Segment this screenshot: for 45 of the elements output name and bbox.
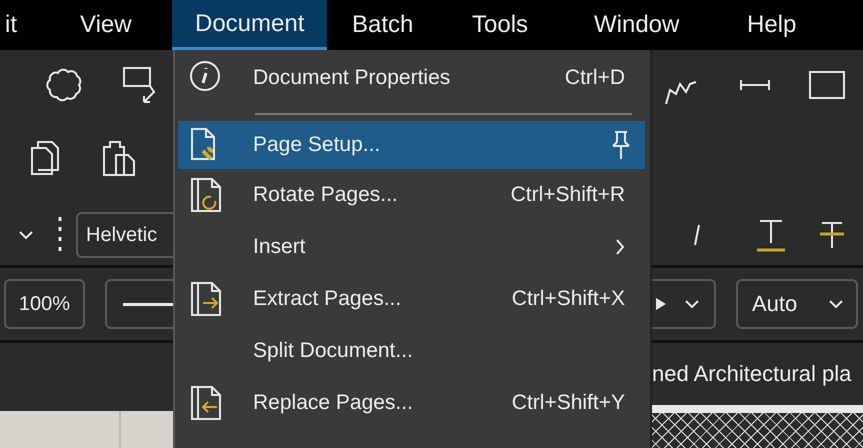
menu-item-label: Page Setup... xyxy=(253,133,380,157)
chevron-down-icon[interactable] xyxy=(684,299,700,309)
chevron-right-icon[interactable] xyxy=(615,238,625,256)
document-tab[interactable]: ned Architectural pla xyxy=(652,361,852,387)
pin-icon[interactable] xyxy=(611,130,631,160)
menu-item-label: Insert xyxy=(253,235,306,259)
menu-item[interactable]: Extract Pages... Ctrl+Shift+X xyxy=(178,273,645,325)
rectangle-icon[interactable] xyxy=(808,70,846,100)
chevron-down-icon[interactable] xyxy=(18,230,34,240)
page-rotate-icon[interactable] xyxy=(188,177,222,213)
shortcut-label: Ctrl+Shift+Y xyxy=(512,391,625,415)
menu-item[interactable]: Insert xyxy=(178,221,645,273)
strikethrough-icon[interactable] xyxy=(818,220,846,250)
menu-item[interactable]: Tools xyxy=(462,0,584,50)
page-arrow-right-icon[interactable] xyxy=(188,281,222,317)
paste-icon[interactable] xyxy=(102,138,136,176)
page-arrow-left-icon[interactable] xyxy=(188,385,222,421)
menu-item-label: Extract Pages... xyxy=(253,287,402,311)
menu-item-label: Document Properties xyxy=(253,66,450,90)
menu-item-label: Replace Pages... xyxy=(253,391,413,415)
menu-item[interactable]: Document xyxy=(172,0,327,50)
menu-item[interactable]: View xyxy=(65,0,172,50)
menu-item-label: Split Document... xyxy=(253,339,413,363)
menu-item[interactable]: Split Document... xyxy=(178,325,645,377)
menu-item[interactable]: Help xyxy=(714,0,796,50)
dropdown-value: Auto xyxy=(752,291,798,317)
menu-item[interactable]: Page Setup... xyxy=(178,121,645,169)
chevron-down-icon[interactable] xyxy=(828,299,844,309)
menu-item[interactable]: Replace Pages... Ctrl+Shift+Y xyxy=(178,377,645,429)
copy-icon[interactable] xyxy=(30,140,60,176)
menu-item[interactable]: Window xyxy=(584,0,714,50)
menu-item[interactable]: Rotate Pages... Ctrl+Shift+R xyxy=(178,169,645,221)
underline-icon[interactable] xyxy=(756,218,786,252)
play-icon[interactable] xyxy=(656,298,666,310)
shortcut-label: Ctrl+Shift+R xyxy=(510,183,625,207)
shortcut-label: Ctrl+D xyxy=(564,66,625,90)
callout-icon[interactable] xyxy=(122,66,158,104)
shortcut-label: Ctrl+Shift+X xyxy=(512,287,625,311)
menu-item[interactable]: it xyxy=(0,0,65,50)
menu-item[interactable]: Document Properties Ctrl+D xyxy=(178,52,645,104)
menu-item[interactable]: Batch xyxy=(327,0,462,50)
dimension-icon[interactable] xyxy=(738,78,772,92)
auto-dropdown[interactable]: Auto xyxy=(736,279,858,329)
menu-item-label: Rotate Pages... xyxy=(253,183,398,207)
zoom-field[interactable]: 100% xyxy=(4,279,85,329)
